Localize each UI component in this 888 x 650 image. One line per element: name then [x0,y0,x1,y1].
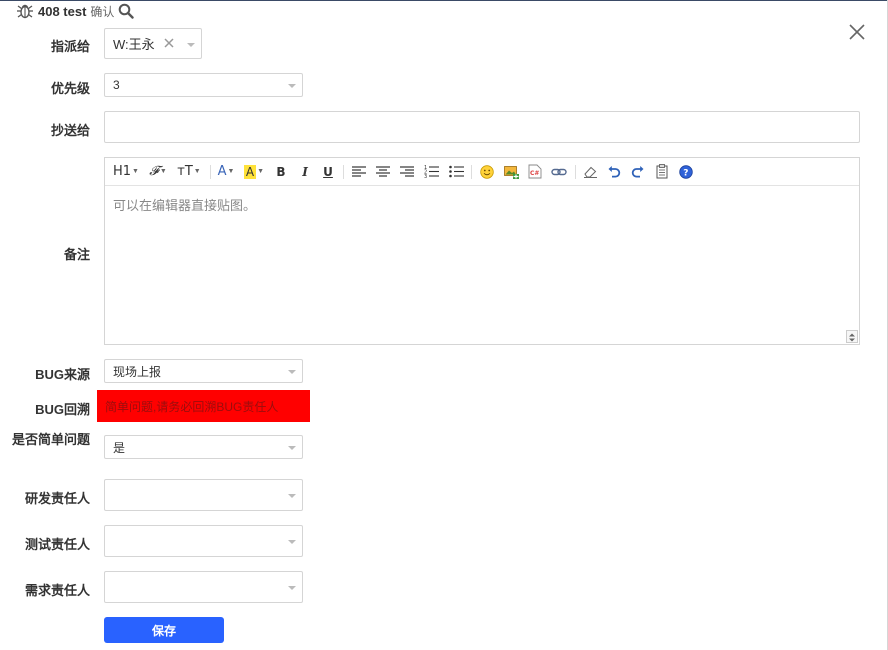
bug-trace-warning: 简单问题,请务必回溯BUG责任人 [97,390,310,422]
toolbar-divider [575,165,576,179]
font-size-button[interactable]: ᴛT ▼ [177,162,201,181]
dev-owner-select[interactable] [104,479,303,511]
bug-source-label: BUG来源 [35,367,90,382]
help-icon[interactable]: ? [678,162,694,181]
window-top-border [0,0,888,1]
test-owner-select[interactable] [104,525,303,557]
underline-label: U [323,164,333,179]
bold-label: B [276,164,286,179]
search-icon[interactable] [118,3,135,19]
simple-question-select[interactable]: 是 [104,435,303,459]
italic-button[interactable]: I [298,162,312,181]
font-size-label: ᴛT [177,164,193,179]
svg-text:?: ? [683,168,688,178]
font-family-button[interactable]: 𝓕 ▼ [147,162,169,181]
paste-icon[interactable] [654,162,670,181]
highlight-color-button[interactable]: A ▼ [243,162,265,181]
resize-handle[interactable] [846,330,858,343]
eraser-icon[interactable] [582,162,598,181]
unordered-list-icon[interactable] [448,162,464,181]
chevron-down-icon [288,370,296,374]
bug-source-value: 现场上报 [113,364,162,379]
assign-select[interactable]: W:王永 [104,28,202,59]
chevron-down-icon [288,586,296,590]
simple-question-value: 是 [113,440,126,455]
title-bar: 408 test 确认 [16,2,135,20]
font-color-button[interactable]: A ▼ [216,162,236,181]
dev-owner-label: 研发责任人 [24,491,90,506]
test-owner-label: 测试责任人 [24,537,90,552]
bold-button[interactable]: B [274,162,288,181]
clear-icon[interactable] [164,38,174,48]
priority-label: 优先级 [50,81,90,96]
svg-text:C#: C# [530,170,539,177]
image-icon[interactable] [503,162,519,181]
undo-icon[interactable] [606,162,622,181]
bug-trace-label: BUG回溯 [35,402,90,417]
redo-icon[interactable] [630,162,646,181]
emoji-icon[interactable] [479,162,495,181]
italic-label: I [302,164,308,179]
toolbar-divider [210,165,211,179]
ordered-list-icon[interactable]: 123 [423,162,439,181]
align-right-icon[interactable] [399,162,415,181]
toolbar-divider [343,165,344,179]
font-label: 𝓕 [149,164,159,179]
close-icon[interactable] [845,20,869,44]
chevron-down-icon [187,42,195,47]
page-title: 408 test [38,3,87,19]
assign-value: W:王永 [113,37,155,52]
svg-text:3: 3 [424,174,427,178]
priority-select[interactable]: 3 [104,73,303,97]
heading-label: H1 [113,164,132,179]
bug-icon [17,4,33,19]
req-owner-label: 需求责任人 [24,583,90,598]
assign-label: 指派给 [50,39,90,54]
link-icon[interactable] [551,162,567,181]
remark-label: 备注 [63,247,90,262]
chevron-down-icon [288,84,296,88]
font-color-label: A [217,164,227,179]
req-owner-select[interactable] [104,571,303,603]
chevron-down-icon [288,494,296,498]
priority-value: 3 [113,78,120,92]
highlight-label: A [243,164,257,179]
align-left-icon[interactable] [351,162,367,181]
editor-toolbar: H1 ▼ 𝓕 ▼ ᴛT ▼ A ▼ A ▼ B I U 1 2 3 C# ? [105,158,859,186]
rich-text-editor[interactable]: H1 ▼ 𝓕 ▼ ᴛT ▼ A ▼ A ▼ B I U 1 2 3 C# ? 可… [104,157,860,345]
cc-input[interactable] [104,111,860,143]
chevron-down-icon [288,540,296,544]
align-center-icon[interactable] [375,162,391,181]
code-block-icon[interactable]: C# [527,162,543,181]
editor-placeholder: 可以在编辑器直接贴图。 [113,198,257,213]
page-subtitle: 确认 [90,4,115,19]
underline-button[interactable]: U [321,162,335,181]
save-button[interactable]: 保存 [104,617,224,643]
heading-button[interactable]: H1 ▼ [113,162,139,181]
cc-label: 抄送给 [50,123,90,138]
toolbar-divider [471,165,472,179]
simple-question-label: 是否简单问题 [11,432,90,447]
chevron-down-icon [288,446,296,450]
bug-source-select[interactable]: 现场上报 [104,359,303,383]
